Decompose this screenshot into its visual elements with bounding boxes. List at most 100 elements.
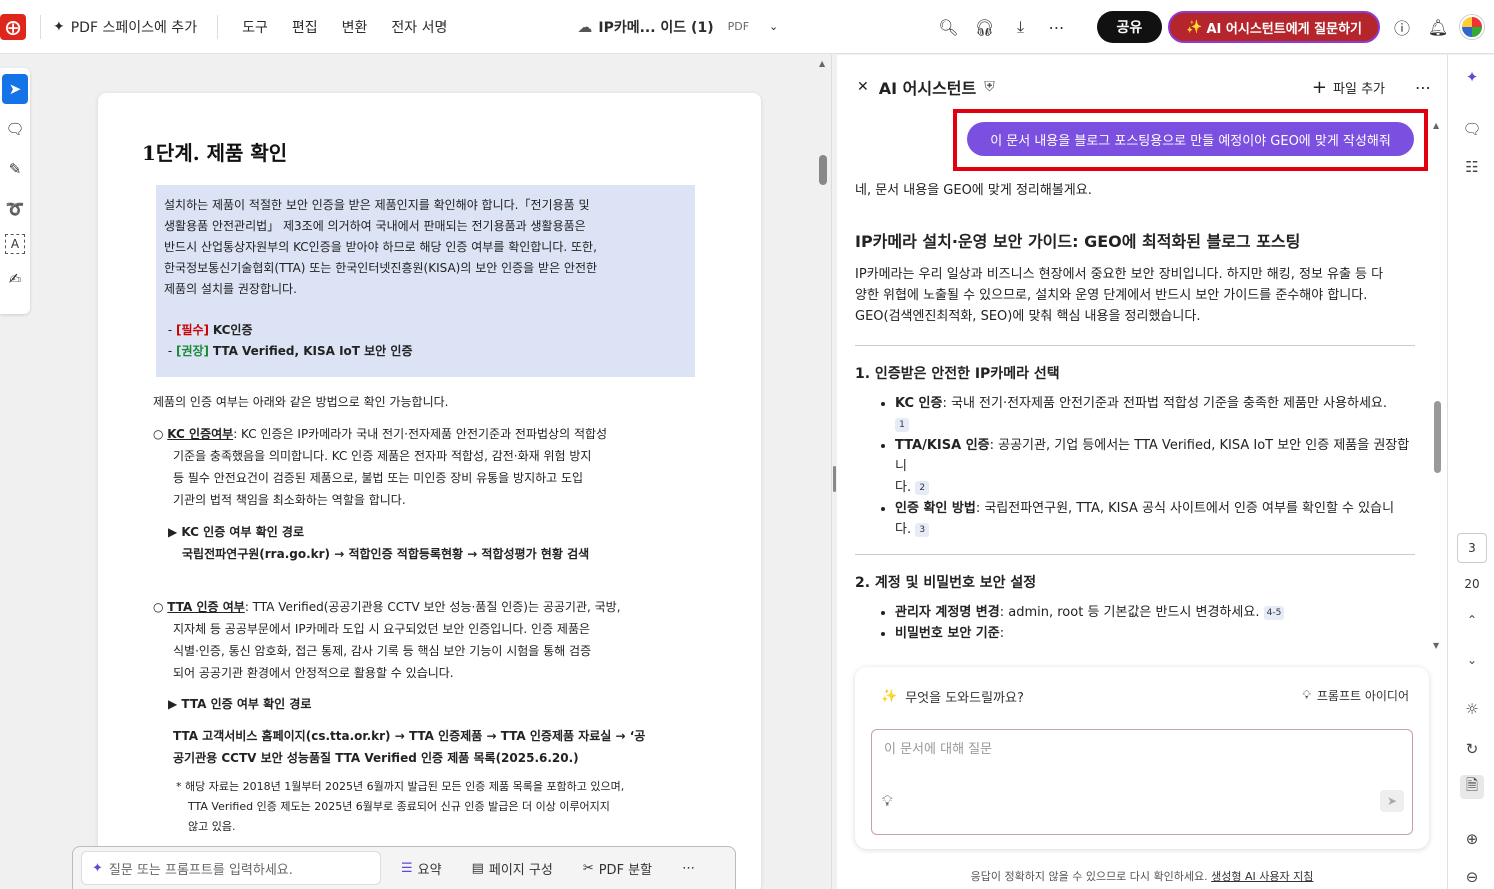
- kc-path-section: ▶ KC 인증 여부 확인 경로 국립전파연구원(rra.go.kr) → 적합…: [168, 525, 590, 561]
- lightbulb-icon: 💡︎: [1302, 688, 1311, 702]
- select-arrow-icon[interactable]: ➤: [2, 74, 28, 104]
- sparkle-icon: ✨: [881, 689, 898, 704]
- intro-text: 제품의 인증 여부는 아래와 같은 방법으로 확인 가능합니다.: [153, 395, 449, 409]
- page-layout-button[interactable]: ▤ 페이지 구성: [462, 859, 563, 878]
- pdf-split-button[interactable]: ✂ PDF 분할: [573, 859, 662, 878]
- page-layout-icon: ▤: [471, 860, 484, 876]
- kc-section: ○ KC 인증여부: KC 인증은 IP카메라가 국내 전기·전자제품 안전기준…: [153, 427, 608, 507]
- menu-edit[interactable]: 편집: [292, 17, 318, 37]
- required-line: - [필수] KC인증: [164, 323, 253, 337]
- list-item: 비밀번호 보안 기준:: [895, 623, 1415, 644]
- section-1-title: 1. 인증받은 안전한 IP카메라 선택: [855, 366, 1060, 382]
- refresh-icon[interactable]: ↻: [1460, 737, 1484, 761]
- ai-assistant-icon[interactable]: ✦: [1460, 65, 1484, 89]
- headphones-icon[interactable]: 🎧︎: [971, 13, 999, 41]
- tta-section: ○ TTA 인증 여부: TTA Verified(공공기관용 CCTV 보안 …: [153, 600, 621, 680]
- text-select-icon[interactable]: A: [5, 234, 25, 254]
- citation-badge[interactable]: 4-5: [1263, 605, 1285, 620]
- comment-icon[interactable]: 🗨︎: [2, 114, 28, 144]
- search-icon[interactable]: 🔍︎: [935, 13, 963, 41]
- fill-sign-icon[interactable]: ✍: [2, 264, 28, 294]
- ai-chat-icon: ✨: [1186, 19, 1203, 35]
- more-icon[interactable]: ⋯: [1415, 78, 1431, 97]
- cloud-icon: ☁: [577, 17, 593, 36]
- citation-badge[interactable]: 1: [895, 417, 909, 432]
- scroll-up-icon[interactable]: ▲: [1433, 121, 1439, 130]
- page-doc-icon[interactable]: 🗎: [1460, 775, 1484, 799]
- lasso-icon[interactable]: ➰: [2, 194, 28, 224]
- summary-button[interactable]: ☰ 요약: [391, 859, 452, 878]
- download-icon[interactable]: ⤓: [1007, 13, 1035, 41]
- add-file-button[interactable]: + 파일 추가: [1312, 77, 1385, 98]
- more-icon[interactable]: ⋯: [1043, 13, 1071, 41]
- question-input[interactable]: 이 문서에 대해 질문 💡︎ ➤: [871, 729, 1413, 835]
- ai-prompt-icon: ✦: [92, 860, 103, 876]
- close-icon[interactable]: ✕: [857, 79, 869, 95]
- info-box: 설치하는 제품이 적절한 보안 인증을 받은 제품인지를 확인해야 합니다.「전…: [156, 185, 695, 377]
- notification-bell-icon[interactable]: 🔔︎: [1424, 13, 1452, 41]
- ai-scrollbar[interactable]: ▲ ▼: [1433, 121, 1443, 651]
- doc-bottom-bar: ✦ 질문 또는 프롬프트를 입력하세요. ☰ 요약 ▤ 페이지 구성 ✂ PDF…: [72, 846, 736, 889]
- page-heading: 1단계. 제품 확인: [142, 141, 288, 165]
- top-bar: ⨁ ✦ PDF 스페이스에 추가 도구 편집 변환 전자 서명 ☁ IP카메..…: [0, 0, 1494, 54]
- lightbulb-icon[interactable]: 💡︎: [882, 792, 893, 810]
- tta-path-title: ▶ TTA 인증 여부 확인 경로: [168, 697, 312, 711]
- prompt-ideas-button[interactable]: 💡︎ 프롬프트 아이디어: [1302, 687, 1409, 704]
- zoom-in-icon[interactable]: ⊕: [1460, 827, 1484, 851]
- divider: [855, 345, 1415, 346]
- list-item: 관리자 계정명 변경: admin, root 등 기본값은 반드시 변경하세요…: [895, 602, 1415, 623]
- doc-scrollbar[interactable]: ▲: [819, 55, 829, 889]
- acrobat-logo-icon[interactable]: ⨁: [0, 13, 26, 40]
- ask-ai-assistant-button[interactable]: ✨ AI 어시스턴트에게 질문하기: [1168, 11, 1380, 43]
- total-pages: 20: [1464, 577, 1480, 591]
- scroll-up-icon[interactable]: ▲: [819, 59, 825, 68]
- guidelines-link[interactable]: 생성형 AI 사용자 지침: [1211, 870, 1313, 883]
- shield-check-icon: ⛨: [984, 79, 995, 95]
- menu-tools[interactable]: 도구: [242, 17, 268, 37]
- doc-title-dropdown[interactable]: ☁ IP카메... 이드 (1) PDF ⌄: [577, 17, 778, 37]
- doc-scroll-thumb[interactable]: [819, 155, 827, 185]
- chevron-up-icon[interactable]: ⌃: [1460, 608, 1484, 632]
- footnote: * 해당 자료는 2018년 1월부터 2025년 6월까지 발급된 모든 인증…: [176, 780, 625, 833]
- scroll-down-icon[interactable]: ▼: [1433, 641, 1439, 650]
- chevron-down-icon[interactable]: ⌄: [1460, 648, 1484, 672]
- prompt-card: ✨ 무엇을 도와드릴까요? 💡︎ 프롬프트 아이디어 이 문서에 대해 질문 💡…: [855, 667, 1429, 849]
- grid-icon[interactable]: ☷: [1460, 155, 1484, 179]
- citation-badge[interactable]: 3: [915, 522, 930, 537]
- left-toolbar: ➤ 🗨︎ ✎ ➰ A ✍: [0, 68, 30, 314]
- resize-handle[interactable]: [833, 466, 836, 492]
- panel-divider: [831, 55, 832, 889]
- zoom-out-icon[interactable]: ⊖: [1460, 865, 1484, 889]
- prompt-header: ✨ 무엇을 도와드릴까요?: [881, 689, 1024, 706]
- citation-badge[interactable]: 2: [915, 480, 930, 495]
- ai-panel-header: ✕ AI 어시스턴트 ⛨ + 파일 추가 ⋯: [837, 69, 1447, 105]
- draw-pen-icon[interactable]: ✎: [2, 154, 28, 184]
- menu-e-sign[interactable]: 전자 서명: [391, 17, 447, 37]
- ai-scroll-thumb[interactable]: [1434, 401, 1441, 473]
- add-to-pdf-space-button[interactable]: ✦ PDF 스페이스에 추가: [53, 17, 197, 37]
- comments-icon[interactable]: 🗨︎: [1460, 117, 1484, 141]
- prompt-input[interactable]: ✦ 질문 또는 프롬프트를 입력하세요.: [81, 851, 381, 885]
- document-viewer[interactable]: 1단계. 제품 확인 설치하는 제품이 적절한 보안 인증을 받은 제품인지를 …: [43, 55, 818, 889]
- more-icon[interactable]: ⋯: [672, 861, 705, 876]
- right-rail: ✦ 🗨︎ ☷ 3 20 ⌃ ⌄ ☼ ↻ 🗎 ⊕ ⊖: [1447, 55, 1494, 889]
- space-add-icon: ✦: [53, 18, 65, 35]
- tta-path: TTA 고객서비스 홈페이지(cs.tta.or.kr) → TTA 인증제품 …: [173, 729, 646, 765]
- split-icon: ✂: [582, 860, 594, 876]
- divider: [40, 14, 41, 39]
- send-icon[interactable]: ➤: [1380, 790, 1404, 812]
- ai-panel-title: AI 어시스턴트: [878, 79, 977, 98]
- help-icon[interactable]: ⓘ: [1388, 13, 1416, 41]
- share-button[interactable]: 공유: [1096, 11, 1163, 43]
- current-page-input[interactable]: 3: [1457, 533, 1487, 563]
- recommended-line: - [권장] TTA Verified, KISA IoT 보안 인증: [164, 344, 413, 358]
- theme-toggle-icon[interactable]: ☼: [1460, 697, 1484, 721]
- plus-icon: +: [1311, 76, 1328, 98]
- list-item: KC 인증: 국내 전기·전자제품 안전기준과 전파법 적합성 기준을 충족한 …: [895, 393, 1415, 435]
- menu-convert[interactable]: 변환: [342, 17, 368, 37]
- disclaimer: 응답이 정확하지 않을 수 있으므로 다시 확인하세요. 생성형 AI 사용자 …: [970, 870, 1314, 883]
- summary-icon: ☰: [401, 860, 413, 876]
- user-avatar[interactable]: [1460, 15, 1484, 39]
- list-item: TTA/KISA 인증: 공공기관, 기업 등에서는 TTA Verified,…: [895, 435, 1415, 498]
- user-message: 이 문서 내용을 블로그 포스팅용으로 만들 예정이야 GEO에 맞게 작성해줘: [967, 122, 1414, 156]
